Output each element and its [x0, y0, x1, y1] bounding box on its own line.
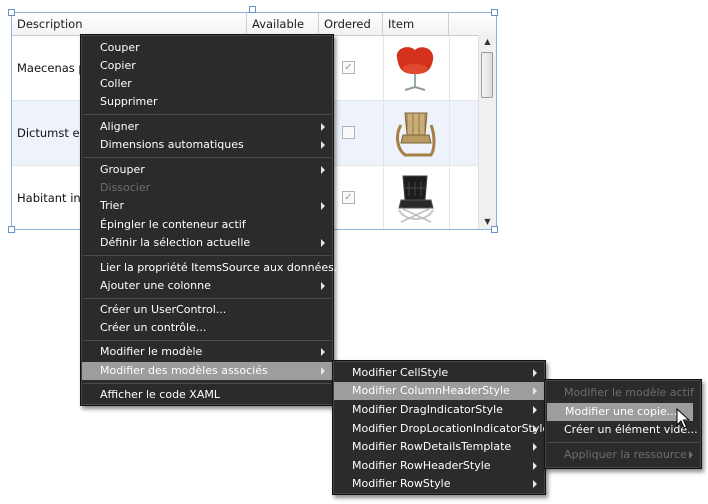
- menu-item-label: Modifier RowHeaderStyle: [352, 459, 491, 472]
- selection-handle[interactable]: [8, 9, 15, 16]
- selection-handle[interactable]: [8, 226, 15, 233]
- menu-item-label: Modifier RowDetailsTemplate: [352, 440, 512, 453]
- menu-item-paste[interactable]: Coller: [82, 75, 332, 93]
- submenu-arrow-icon: [321, 123, 325, 131]
- submenu-arrow-icon: [533, 387, 537, 395]
- menu-separator: [83, 383, 331, 384]
- submenu-arrow-icon: [533, 462, 537, 470]
- submenu-arrow-icon: [533, 406, 537, 414]
- menu-item-copy[interactable]: Copier: [82, 57, 332, 75]
- menu-item-edit-rowdetailstemplate[interactable]: Modifier RowDetailsTemplate: [334, 438, 544, 456]
- column-divider: [383, 36, 384, 100]
- menu-item-add-column[interactable]: Ajouter une colonne: [82, 277, 332, 295]
- grid-header: Description Available Ordered Item: [12, 13, 496, 36]
- menu-item-label: Trier: [100, 199, 124, 212]
- selection-handle[interactable]: [249, 6, 256, 13]
- submenu-arrow-icon: [321, 239, 325, 247]
- menu-item-make-usercontrol[interactable]: Créer un UserControl...: [82, 301, 332, 319]
- menu-item-label: Modifier le modèle: [100, 345, 203, 358]
- row-description: Habitant inc: [17, 191, 88, 205]
- column-divider: [449, 101, 450, 165]
- menu-separator: [547, 442, 699, 443]
- menu-item-edit-copy[interactable]: Modifier une copie...: [547, 403, 693, 421]
- column-header-filler: [449, 13, 496, 35]
- menu-item-pin-active-container[interactable]: Épingler le conteneur actif: [82, 216, 332, 234]
- submenu-arrow-icon: [321, 348, 325, 356]
- menu-separator: [83, 157, 331, 158]
- submenu-arrow-icon: [533, 480, 537, 488]
- menu-item-delete[interactable]: Supprimer: [82, 93, 332, 111]
- column-divider: [449, 166, 450, 229]
- menu-item-edit-rowheaderstyle[interactable]: Modifier RowHeaderStyle: [334, 457, 544, 475]
- selection-handle[interactable]: [491, 9, 498, 16]
- ordered-checkbox[interactable]: [342, 126, 355, 139]
- menu-item-edit-droplocationindicatorstyle[interactable]: Modifier DropLocationIndicatorStyle: [334, 420, 549, 438]
- menu-item-align[interactable]: Aligner: [82, 118, 332, 136]
- ordered-checkbox[interactable]: ✓: [342, 191, 355, 204]
- column-header-ordered[interactable]: Ordered: [319, 13, 383, 35]
- menu-item-auto-size[interactable]: Dimensions automatiques: [82, 136, 332, 154]
- column-divider: [383, 101, 384, 165]
- menu-item-cut[interactable]: Couper: [82, 39, 332, 57]
- menu-item-bind-itemssource[interactable]: Lier la propriété ItemsSource aux donnée…: [82, 259, 344, 277]
- menu-item-label: Modifier DropLocationIndicatorStyle: [352, 422, 550, 435]
- menu-item-label: Aligner: [100, 120, 139, 133]
- menu-item-edit-additional-templates[interactable]: Modifier des modèles associés: [82, 362, 332, 380]
- swan-chair-red-icon: [396, 47, 434, 91]
- submenu-arrow-icon: [321, 367, 325, 375]
- submenu-arrow-icon: [321, 202, 325, 210]
- menu-item-edit-current: Modifier le modèle actif: [564, 386, 694, 399]
- menu-item-label: Définir la sélection actuelle: [100, 236, 251, 249]
- menu-item-label: Modifier ColumnHeaderStyle: [352, 384, 510, 397]
- menu-item-apply-resource: Appliquer la ressource: [546, 446, 700, 464]
- submenu-arrow-icon: [321, 282, 325, 290]
- column-header-available[interactable]: Available: [247, 13, 319, 35]
- scroll-up-icon[interactable]: ▲: [479, 35, 496, 49]
- menu-separator: [83, 255, 331, 256]
- menu-item-edit-rowstyle[interactable]: Modifier RowStyle: [334, 475, 544, 493]
- menu-item-order[interactable]: Trier: [82, 197, 332, 215]
- scroll-thumb[interactable]: [481, 52, 493, 98]
- menu-item-group[interactable]: Grouper: [82, 161, 332, 179]
- submenu-arrow-icon: [533, 425, 537, 433]
- menu-item-label: Modifier CellStyle: [352, 366, 449, 379]
- menu-item-edit-cellstyle[interactable]: Modifier CellStyle: [334, 364, 544, 382]
- menu-separator: [83, 340, 331, 341]
- menu-item-view-xaml[interactable]: Afficher le code XAML: [82, 386, 332, 404]
- menu-item-edit-columnheaderstyle[interactable]: Modifier ColumnHeaderStyle: [334, 382, 544, 400]
- row-description: Dictumst el: [17, 126, 83, 140]
- menu-item-make-control[interactable]: Créer un contrôle...: [82, 319, 332, 337]
- submenu-additional-templates: Modifier CellStyle Modifier ColumnHeader…: [332, 360, 549, 495]
- column-header-description[interactable]: Description: [12, 13, 247, 35]
- menu-item-ungroup: Dissocier: [100, 181, 151, 194]
- menu-separator: [83, 114, 331, 115]
- column-divider: [383, 166, 384, 229]
- menu-item-label: Modifier des modèles associés: [100, 364, 268, 377]
- menu-item-label: Grouper: [100, 163, 145, 176]
- barcelona-chair-black-icon: [398, 175, 434, 223]
- menu-item-label: Modifier DragIndicatorStyle: [352, 403, 503, 416]
- armchair-wood-icon: [396, 112, 436, 157]
- menu-item-label: Appliquer la ressource: [564, 448, 687, 461]
- menu-separator: [83, 298, 331, 299]
- column-header-item[interactable]: Item: [383, 13, 449, 35]
- submenu-arrow-icon: [321, 166, 325, 174]
- menu-item-label: Modifier RowStyle: [352, 477, 451, 490]
- submenu-arrow-icon: [533, 369, 537, 377]
- submenu-arrow-icon: [321, 141, 325, 149]
- menu-item-edit-dragindicatorstyle[interactable]: Modifier DragIndicatorStyle: [334, 401, 544, 419]
- ordered-checkbox[interactable]: ✓: [342, 61, 355, 74]
- menu-item-label: Ajouter une colonne: [100, 279, 211, 292]
- submenu-arrow-icon: [533, 443, 537, 451]
- column-divider: [449, 36, 450, 100]
- menu-item-edit-template[interactable]: Modifier le modèle: [82, 343, 332, 361]
- context-menu: Couper Copier Coller Supprimer Aligner D…: [80, 34, 344, 406]
- selection-handle[interactable]: [491, 226, 498, 233]
- mouse-pointer-icon: [676, 408, 690, 429]
- submenu-arrow-icon: [689, 451, 693, 459]
- vertical-scrollbar[interactable]: ▲ ▼: [478, 35, 496, 229]
- menu-item-set-current-selection[interactable]: Définir la sélection actuelle: [82, 234, 332, 252]
- menu-item-label: Dimensions automatiques: [100, 138, 244, 151]
- row-description: Maecenas p: [17, 61, 86, 75]
